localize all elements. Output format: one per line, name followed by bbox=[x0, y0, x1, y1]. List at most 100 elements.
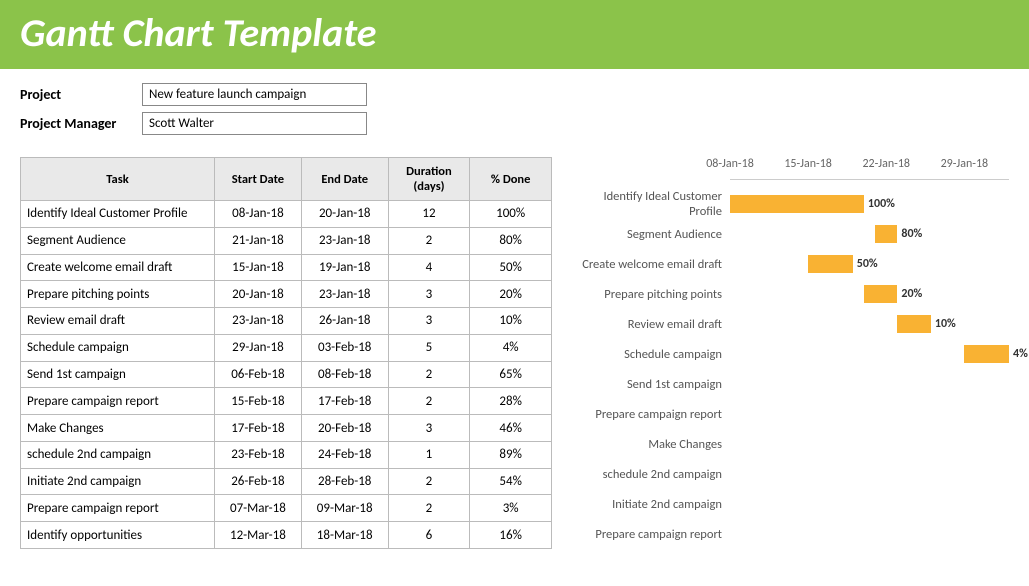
gantt-bar-track bbox=[730, 489, 1009, 519]
cell-end[interactable]: 08-Feb-18 bbox=[301, 361, 388, 388]
cell-task[interactable]: Segment Audience bbox=[21, 227, 215, 254]
cell-start[interactable]: 07-Mar-18 bbox=[215, 495, 302, 522]
cell-task[interactable]: Make Changes bbox=[21, 415, 215, 442]
gantt-bar-track: 50% bbox=[730, 249, 1009, 279]
gantt-row: Review email draft10% bbox=[570, 309, 1009, 339]
cell-duration[interactable]: 2 bbox=[388, 495, 470, 522]
cell-end[interactable]: 23-Jan-18 bbox=[301, 227, 388, 254]
axis-tick-label: 29-Jan-18 bbox=[941, 157, 989, 171]
cell-done[interactable]: 4% bbox=[470, 334, 552, 361]
gantt-row-label: Prepare pitching points bbox=[570, 287, 730, 302]
gantt-row: schedule 2nd campaign bbox=[570, 459, 1009, 489]
table-row: Review email draft23-Jan-1826-Jan-18310% bbox=[21, 308, 552, 335]
cell-done[interactable]: 89% bbox=[470, 441, 552, 468]
cell-done[interactable]: 10% bbox=[470, 308, 552, 335]
cell-duration[interactable]: 3 bbox=[388, 415, 470, 442]
project-input[interactable] bbox=[142, 83, 367, 106]
cell-start[interactable]: 12-Mar-18 bbox=[215, 522, 302, 549]
gantt-row: Prepare pitching points20% bbox=[570, 279, 1009, 309]
cell-duration[interactable]: 6 bbox=[388, 522, 470, 549]
cell-duration[interactable]: 3 bbox=[388, 281, 470, 308]
cell-done[interactable]: 28% bbox=[470, 388, 552, 415]
gantt-row: Send 1st campaign bbox=[570, 369, 1009, 399]
cell-done[interactable]: 50% bbox=[470, 254, 552, 281]
cell-done[interactable]: 65% bbox=[470, 361, 552, 388]
cell-start[interactable]: 23-Feb-18 bbox=[215, 441, 302, 468]
cell-done[interactable]: 54% bbox=[470, 468, 552, 495]
cell-task[interactable]: Review email draft bbox=[21, 308, 215, 335]
cell-done[interactable]: 3% bbox=[470, 495, 552, 522]
cell-start[interactable]: 26-Feb-18 bbox=[215, 468, 302, 495]
gantt-row: Identify Ideal Customer Profile100% bbox=[570, 189, 1009, 219]
cell-end[interactable]: 20-Feb-18 bbox=[301, 415, 388, 442]
cell-duration[interactable]: 2 bbox=[388, 227, 470, 254]
gantt-bar bbox=[875, 225, 897, 243]
cell-start[interactable]: 15-Jan-18 bbox=[215, 254, 302, 281]
gantt-row: Segment Audience80% bbox=[570, 219, 1009, 249]
cell-end[interactable]: 17-Feb-18 bbox=[301, 388, 388, 415]
cell-end[interactable]: 18-Mar-18 bbox=[301, 522, 388, 549]
gantt-rows: Identify Ideal Customer Profile100%Segme… bbox=[570, 189, 1009, 549]
cell-end[interactable]: 28-Feb-18 bbox=[301, 468, 388, 495]
cell-task[interactable]: Create welcome email draft bbox=[21, 254, 215, 281]
cell-start[interactable]: 21-Jan-18 bbox=[215, 227, 302, 254]
table-row: schedule 2nd campaign23-Feb-1824-Feb-181… bbox=[21, 441, 552, 468]
table-row: Identify opportunities12-Mar-1818-Mar-18… bbox=[21, 522, 552, 549]
cell-duration[interactable]: 12 bbox=[388, 201, 470, 228]
gantt-row-label: Create welcome email draft bbox=[570, 257, 730, 272]
cell-start[interactable]: 17-Feb-18 bbox=[215, 415, 302, 442]
cell-task[interactable]: Prepare campaign report bbox=[21, 495, 215, 522]
cell-end[interactable]: 03-Feb-18 bbox=[301, 334, 388, 361]
cell-done[interactable]: 20% bbox=[470, 281, 552, 308]
gantt-bar-track bbox=[730, 429, 1009, 459]
cell-end[interactable]: 09-Mar-18 bbox=[301, 495, 388, 522]
gantt-bar-track: 100% bbox=[730, 189, 1009, 219]
cell-task[interactable]: Prepare pitching points bbox=[21, 281, 215, 308]
cell-start[interactable]: 29-Jan-18 bbox=[215, 334, 302, 361]
cell-duration[interactable]: 1 bbox=[388, 441, 470, 468]
col-done: % Done bbox=[470, 158, 552, 201]
cell-duration[interactable]: 5 bbox=[388, 334, 470, 361]
gantt-row-label: Send 1st campaign bbox=[570, 377, 730, 392]
cell-start[interactable]: 20-Jan-18 bbox=[215, 281, 302, 308]
cell-task[interactable]: Initiate 2nd campaign bbox=[21, 468, 215, 495]
cell-duration[interactable]: 2 bbox=[388, 468, 470, 495]
cell-duration[interactable]: 2 bbox=[388, 361, 470, 388]
cell-done[interactable]: 100% bbox=[470, 201, 552, 228]
cell-duration[interactable]: 3 bbox=[388, 308, 470, 335]
cell-start[interactable]: 23-Jan-18 bbox=[215, 308, 302, 335]
cell-task[interactable]: Prepare campaign report bbox=[21, 388, 215, 415]
cell-start[interactable]: 15-Feb-18 bbox=[215, 388, 302, 415]
cell-end[interactable]: 19-Jan-18 bbox=[301, 254, 388, 281]
cell-done[interactable]: 80% bbox=[470, 227, 552, 254]
cell-start[interactable]: 08-Jan-18 bbox=[215, 201, 302, 228]
cell-start[interactable]: 06-Feb-18 bbox=[215, 361, 302, 388]
axis-tick-label: 22-Jan-18 bbox=[862, 157, 910, 171]
project-label: Project bbox=[20, 86, 142, 103]
col-duration: Duration(days) bbox=[388, 158, 470, 201]
cell-task[interactable]: schedule 2nd campaign bbox=[21, 441, 215, 468]
header-bar: Gantt Chart Template bbox=[0, 0, 1029, 69]
manager-input[interactable] bbox=[142, 112, 367, 135]
cell-task[interactable]: Schedule campaign bbox=[21, 334, 215, 361]
cell-done[interactable]: 46% bbox=[470, 415, 552, 442]
gantt-bar-track bbox=[730, 369, 1009, 399]
table-row: Identify Ideal Customer Profile08-Jan-18… bbox=[21, 201, 552, 228]
cell-done[interactable]: 16% bbox=[470, 522, 552, 549]
gantt-row-label: Prepare campaign report bbox=[570, 407, 730, 422]
gantt-axis: 08-Jan-1815-Jan-1822-Jan-1829-Jan-18 bbox=[730, 157, 1009, 179]
cell-task[interactable]: Send 1st campaign bbox=[21, 361, 215, 388]
gantt-pct-label: 50% bbox=[857, 257, 878, 271]
gantt-row-label: Segment Audience bbox=[570, 227, 730, 242]
cell-duration[interactable]: 4 bbox=[388, 254, 470, 281]
cell-end[interactable]: 24-Feb-18 bbox=[301, 441, 388, 468]
cell-task[interactable]: Identify Ideal Customer Profile bbox=[21, 201, 215, 228]
table-header-row: Task Start Date End Date Duration(days) … bbox=[21, 158, 552, 201]
gantt-row: Prepare campaign report bbox=[570, 519, 1009, 549]
cell-task[interactable]: Identify opportunities bbox=[21, 522, 215, 549]
gantt-bar-track bbox=[730, 519, 1009, 549]
cell-end[interactable]: 20-Jan-18 bbox=[301, 201, 388, 228]
cell-duration[interactable]: 2 bbox=[388, 388, 470, 415]
cell-end[interactable]: 26-Jan-18 bbox=[301, 308, 388, 335]
cell-end[interactable]: 23-Jan-18 bbox=[301, 281, 388, 308]
